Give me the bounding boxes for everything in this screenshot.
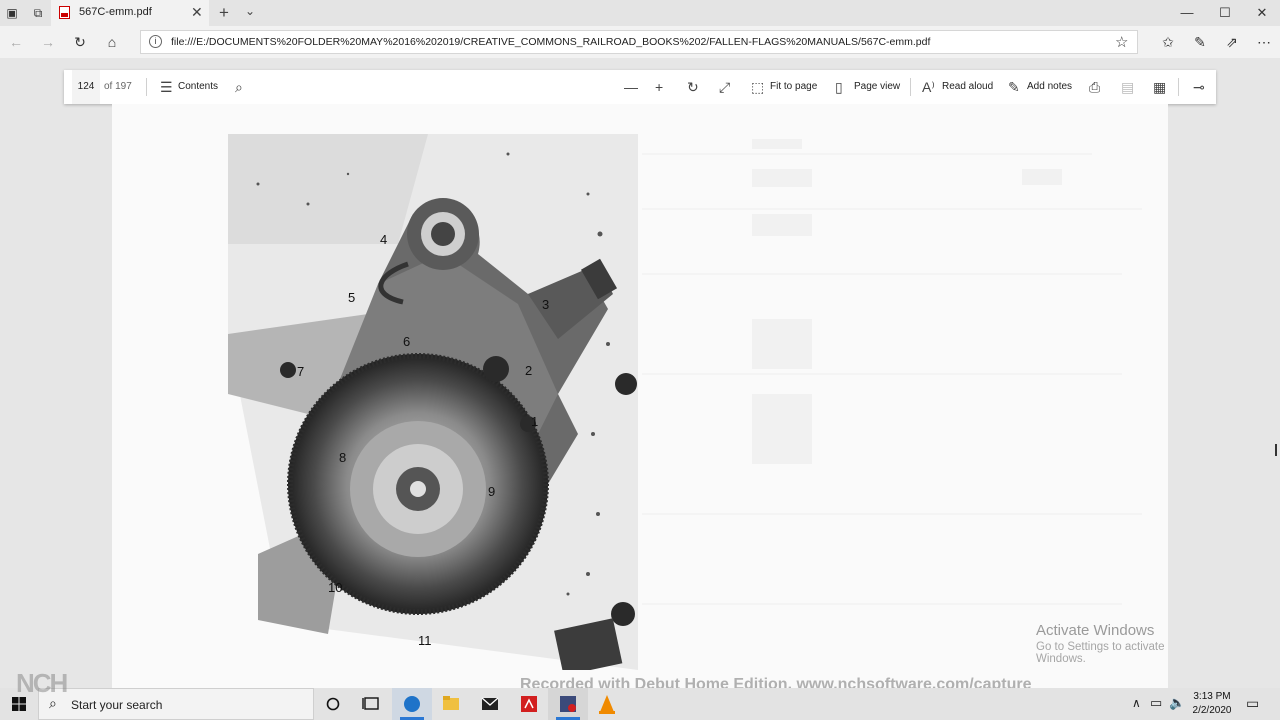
more-icon[interactable]: ⋯ — [1255, 33, 1273, 51]
url-text[interactable]: file:///E:/DOCUMENTS%20FOLDER%20MAY%2016… — [171, 36, 930, 48]
tray-chevron-icon[interactable]: ∧ — [1132, 696, 1141, 710]
search-placeholder: Start your search — [71, 698, 163, 712]
add-notes-icon[interactable]: ✎ — [1008, 70, 1020, 104]
forward-icon[interactable]: → — [39, 33, 57, 51]
tab-bar: ▣ ⧉ 567C-emm.pdf ✕ + ⌄ — ☐ ✕ — [0, 0, 1280, 26]
maximize-button[interactable]: ☐ — [1210, 3, 1240, 23]
callout-6: 6 — [403, 334, 410, 349]
callout-7: 7 — [297, 364, 304, 379]
print-icon[interactable]: ⎙ — [1089, 70, 1100, 104]
add-notes-button[interactable]: Add notes — [1027, 70, 1072, 104]
tab-menu-chevron-icon[interactable]: ⌄ — [245, 4, 255, 18]
read-aloud-button[interactable]: Read aloud — [942, 70, 993, 104]
callout-8: 8 — [339, 450, 346, 465]
tab-close-icon[interactable]: ✕ — [191, 4, 203, 21]
acrobat-icon[interactable] — [509, 688, 549, 720]
explorer-icon[interactable] — [431, 688, 471, 720]
tab-title: 567C-emm.pdf — [79, 6, 152, 18]
menu-list-icon[interactable]: ☰ — [160, 70, 173, 104]
navigation-bar: ← → ↻ ⌂ i file:///E:/DOCUMENTS%20FOLDER%… — [0, 26, 1280, 58]
info-icon[interactable]: i — [149, 35, 162, 48]
separator — [1178, 78, 1179, 96]
separator — [910, 78, 911, 96]
pdf-toolbar: 124 of 197 ☰ Contents ⌕ — + ↻ ⤢ ⬚ Fit to… — [64, 70, 1216, 104]
page-total: of 197 — [104, 81, 132, 92]
fullscreen-icon[interactable]: ⤢ — [719, 70, 730, 104]
tab-preview-icon[interactable]: ⧉ — [30, 5, 46, 21]
save-as-icon[interactable]: ▦ — [1153, 70, 1166, 104]
home-icon[interactable]: ⌂ — [103, 33, 121, 51]
callout-9: 9 — [488, 484, 495, 499]
edge-icon[interactable] — [392, 688, 432, 720]
callout-10: 10 — [328, 580, 342, 595]
rotate-icon[interactable]: ↻ — [687, 70, 699, 104]
clock-date[interactable]: 2/2/2020 — [1190, 705, 1234, 716]
share-icon[interactable]: ⇗ — [1223, 33, 1241, 51]
favorites-icon[interactable]: ✩ — [1159, 33, 1177, 51]
zoom-out-icon[interactable]: — — [624, 70, 638, 104]
clock-time[interactable]: 3:13 PM — [1190, 691, 1234, 702]
scrollbar-thumb[interactable] — [1275, 444, 1277, 456]
pdf-file-icon — [59, 6, 70, 19]
page-view-button[interactable]: Page view — [854, 70, 900, 104]
page-view-icon[interactable]: ▯ — [835, 70, 843, 104]
read-aloud-icon[interactable]: A⁾ — [922, 70, 935, 104]
task-view-icon[interactable] — [352, 688, 392, 720]
refresh-icon[interactable]: ↻ — [71, 33, 89, 51]
fit-to-page-button[interactable]: Fit to page — [770, 70, 817, 104]
nch-logo: NCH — [16, 668, 68, 698]
taskbar-search[interactable]: ⌕ Start your search — [38, 688, 314, 720]
mail-icon[interactable] — [470, 688, 510, 720]
contents-button[interactable]: Contents — [178, 70, 218, 104]
minimize-button[interactable]: — — [1172, 3, 1202, 23]
pdf-page: 4 5 3 6 2 7 1 8 9 10 11 Activate Windows… — [112, 104, 1168, 688]
pen-icon[interactable]: ✎ — [1191, 33, 1209, 51]
fit-icon[interactable]: ⬚ — [751, 70, 764, 104]
volume-icon[interactable]: 🔈 — [1169, 695, 1185, 711]
close-window-button[interactable]: ✕ — [1247, 3, 1277, 23]
notification-icon[interactable]: ▭ — [1246, 695, 1259, 712]
search-icon[interactable]: ⌕ — [235, 70, 243, 104]
pin-icon[interactable]: ⊸ — [1193, 70, 1205, 104]
vlc-icon[interactable] — [587, 688, 627, 720]
cortana-icon[interactable] — [314, 688, 354, 720]
pdf-viewer: 124 of 197 ☰ Contents ⌕ — + ↻ ⤢ ⬚ Fit to… — [0, 58, 1280, 693]
star-icon[interactable]: ☆ — [1115, 33, 1128, 51]
callout-4: 4 — [380, 232, 387, 247]
callout-5: 5 — [348, 290, 355, 305]
faded-text-background — [642, 139, 1142, 605]
network-icon[interactable]: ▭ — [1150, 695, 1162, 711]
separator — [146, 78, 147, 96]
callout-1: 1 — [531, 414, 538, 429]
zoom-in-icon[interactable]: + — [655, 70, 663, 104]
engine-figure: 4 5 3 6 2 7 1 8 9 10 11 — [228, 134, 638, 670]
app-icon[interactable] — [548, 688, 588, 720]
activate-windows-title: Activate Windows — [1036, 622, 1155, 639]
activate-windows-subtitle: Go to Settings to activate Windows. — [1036, 641, 1165, 665]
back-icon[interactable]: ← — [7, 33, 25, 51]
taskbar: ⌕ Start your search ∧ ▭ 🔈 3:13 PM 2/2/20… — [0, 688, 1280, 720]
new-tab-button[interactable]: + — [219, 3, 229, 23]
tab-active[interactable]: 567C-emm.pdf ✕ — [51, 0, 209, 26]
callout-3: 3 — [542, 297, 549, 312]
callout-11: 11 — [418, 633, 432, 648]
page-number-input[interactable]: 124 — [72, 70, 100, 104]
windows-menu-icon[interactable]: ▣ — [4, 5, 20, 21]
address-bar[interactable]: i file:///E:/DOCUMENTS%20FOLDER%20MAY%20… — [140, 30, 1138, 54]
callout-2: 2 — [525, 363, 532, 378]
save-icon[interactable]: ▤ — [1121, 70, 1134, 104]
